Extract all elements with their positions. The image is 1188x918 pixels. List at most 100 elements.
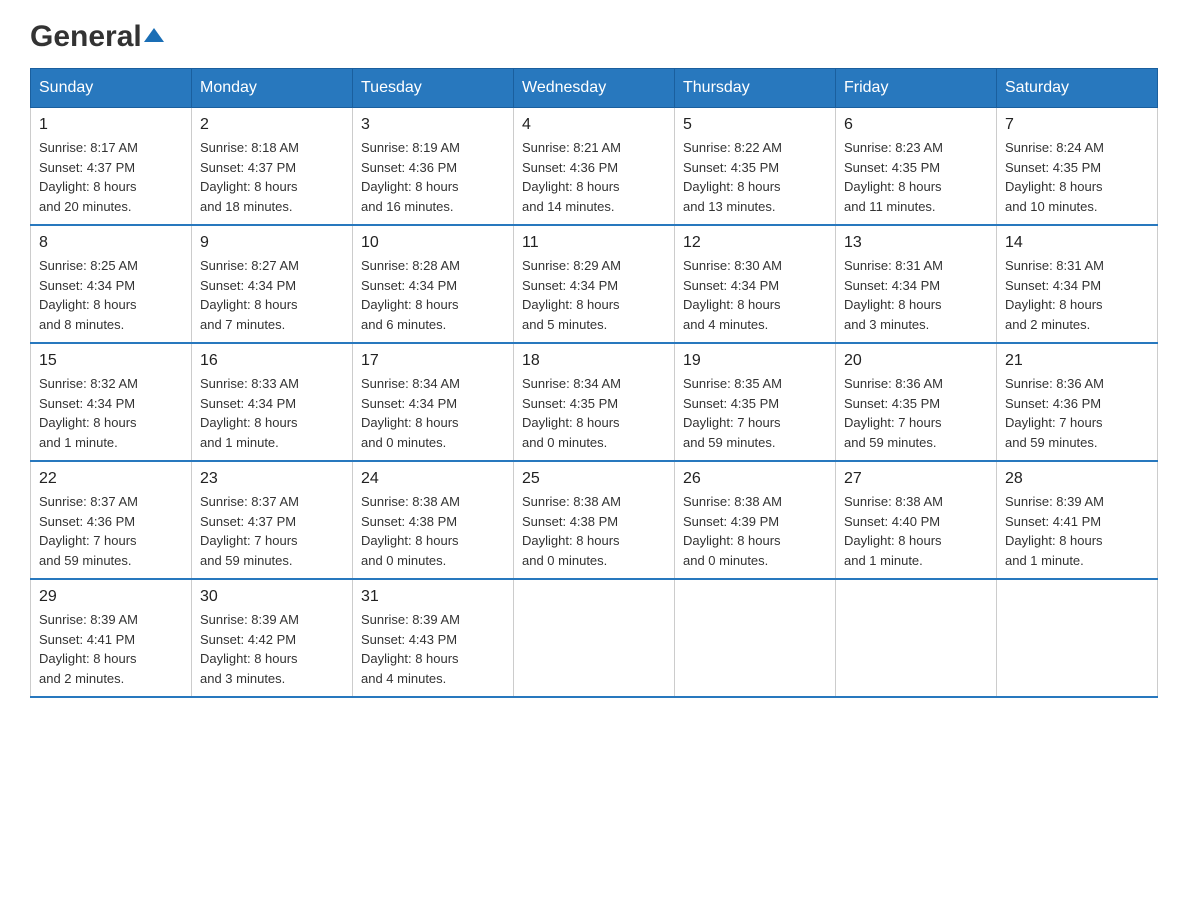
day-number: 5 [683,116,827,134]
weekday-header-thursday: Thursday [675,69,836,108]
calendar-cell: 27 Sunrise: 8:38 AM Sunset: 4:40 PM Dayl… [836,461,997,579]
day-info: Sunrise: 8:37 AM Sunset: 4:36 PM Dayligh… [39,492,183,570]
day-number: 13 [844,234,988,252]
day-info: Sunrise: 8:34 AM Sunset: 4:34 PM Dayligh… [361,374,505,452]
calendar-cell: 22 Sunrise: 8:37 AM Sunset: 4:36 PM Dayl… [31,461,192,579]
calendar-cell: 17 Sunrise: 8:34 AM Sunset: 4:34 PM Dayl… [353,343,514,461]
day-info: Sunrise: 8:22 AM Sunset: 4:35 PM Dayligh… [683,138,827,216]
day-number: 9 [200,234,344,252]
day-number: 30 [200,588,344,606]
calendar-cell: 9 Sunrise: 8:27 AM Sunset: 4:34 PM Dayli… [192,225,353,343]
calendar-cell: 23 Sunrise: 8:37 AM Sunset: 4:37 PM Dayl… [192,461,353,579]
day-number: 10 [361,234,505,252]
calendar-week-row: 22 Sunrise: 8:37 AM Sunset: 4:36 PM Dayl… [31,461,1158,579]
day-info: Sunrise: 8:39 AM Sunset: 4:43 PM Dayligh… [361,610,505,688]
calendar-cell: 15 Sunrise: 8:32 AM Sunset: 4:34 PM Dayl… [31,343,192,461]
calendar-week-row: 15 Sunrise: 8:32 AM Sunset: 4:34 PM Dayl… [31,343,1158,461]
day-info: Sunrise: 8:23 AM Sunset: 4:35 PM Dayligh… [844,138,988,216]
calendar-cell [514,579,675,697]
weekday-header-sunday: Sunday [31,69,192,108]
day-info: Sunrise: 8:24 AM Sunset: 4:35 PM Dayligh… [1005,138,1149,216]
day-number: 16 [200,352,344,370]
day-info: Sunrise: 8:19 AM Sunset: 4:36 PM Dayligh… [361,138,505,216]
day-number: 17 [361,352,505,370]
day-number: 18 [522,352,666,370]
day-number: 28 [1005,470,1149,488]
calendar-cell: 26 Sunrise: 8:38 AM Sunset: 4:39 PM Dayl… [675,461,836,579]
day-info: Sunrise: 8:31 AM Sunset: 4:34 PM Dayligh… [1005,256,1149,334]
day-number: 29 [39,588,183,606]
calendar-cell: 21 Sunrise: 8:36 AM Sunset: 4:36 PM Dayl… [997,343,1158,461]
day-info: Sunrise: 8:39 AM Sunset: 4:41 PM Dayligh… [39,610,183,688]
day-info: Sunrise: 8:38 AM Sunset: 4:39 PM Dayligh… [683,492,827,570]
day-info: Sunrise: 8:38 AM Sunset: 4:40 PM Dayligh… [844,492,988,570]
calendar-cell: 5 Sunrise: 8:22 AM Sunset: 4:35 PM Dayli… [675,108,836,226]
day-info: Sunrise: 8:39 AM Sunset: 4:41 PM Dayligh… [1005,492,1149,570]
day-number: 31 [361,588,505,606]
calendar-cell: 18 Sunrise: 8:34 AM Sunset: 4:35 PM Dayl… [514,343,675,461]
page-header: General [30,20,1158,48]
calendar-cell: 28 Sunrise: 8:39 AM Sunset: 4:41 PM Dayl… [997,461,1158,579]
calendar-cell: 25 Sunrise: 8:38 AM Sunset: 4:38 PM Dayl… [514,461,675,579]
day-number: 4 [522,116,666,134]
calendar-cell: 20 Sunrise: 8:36 AM Sunset: 4:35 PM Dayl… [836,343,997,461]
day-number: 7 [1005,116,1149,134]
calendar-cell: 16 Sunrise: 8:33 AM Sunset: 4:34 PM Dayl… [192,343,353,461]
day-number: 6 [844,116,988,134]
weekday-header-monday: Monday [192,69,353,108]
calendar-table: SundayMondayTuesdayWednesdayThursdayFrid… [30,68,1158,698]
calendar-week-row: 1 Sunrise: 8:17 AM Sunset: 4:37 PM Dayli… [31,108,1158,226]
day-info: Sunrise: 8:17 AM Sunset: 4:37 PM Dayligh… [39,138,183,216]
calendar-cell: 19 Sunrise: 8:35 AM Sunset: 4:35 PM Dayl… [675,343,836,461]
calendar-cell: 4 Sunrise: 8:21 AM Sunset: 4:36 PM Dayli… [514,108,675,226]
day-number: 24 [361,470,505,488]
day-info: Sunrise: 8:27 AM Sunset: 4:34 PM Dayligh… [200,256,344,334]
calendar-cell: 31 Sunrise: 8:39 AM Sunset: 4:43 PM Dayl… [353,579,514,697]
calendar-cell: 29 Sunrise: 8:39 AM Sunset: 4:41 PM Dayl… [31,579,192,697]
day-info: Sunrise: 8:39 AM Sunset: 4:42 PM Dayligh… [200,610,344,688]
day-info: Sunrise: 8:32 AM Sunset: 4:34 PM Dayligh… [39,374,183,452]
logo-general-text: General [30,20,142,54]
day-number: 20 [844,352,988,370]
day-info: Sunrise: 8:31 AM Sunset: 4:34 PM Dayligh… [844,256,988,334]
day-number: 8 [39,234,183,252]
day-info: Sunrise: 8:38 AM Sunset: 4:38 PM Dayligh… [361,492,505,570]
day-number: 22 [39,470,183,488]
day-info: Sunrise: 8:28 AM Sunset: 4:34 PM Dayligh… [361,256,505,334]
weekday-header-tuesday: Tuesday [353,69,514,108]
calendar-cell: 12 Sunrise: 8:30 AM Sunset: 4:34 PM Dayl… [675,225,836,343]
day-number: 26 [683,470,827,488]
logo-triangle-icon [144,28,164,42]
day-info: Sunrise: 8:29 AM Sunset: 4:34 PM Dayligh… [522,256,666,334]
day-info: Sunrise: 8:30 AM Sunset: 4:34 PM Dayligh… [683,256,827,334]
calendar-cell: 6 Sunrise: 8:23 AM Sunset: 4:35 PM Dayli… [836,108,997,226]
calendar-week-row: 29 Sunrise: 8:39 AM Sunset: 4:41 PM Dayl… [31,579,1158,697]
day-number: 14 [1005,234,1149,252]
day-info: Sunrise: 8:36 AM Sunset: 4:35 PM Dayligh… [844,374,988,452]
calendar-cell: 10 Sunrise: 8:28 AM Sunset: 4:34 PM Dayl… [353,225,514,343]
day-info: Sunrise: 8:21 AM Sunset: 4:36 PM Dayligh… [522,138,666,216]
calendar-cell: 1 Sunrise: 8:17 AM Sunset: 4:37 PM Dayli… [31,108,192,226]
calendar-cell [836,579,997,697]
calendar-cell: 2 Sunrise: 8:18 AM Sunset: 4:37 PM Dayli… [192,108,353,226]
logo: General [30,20,164,48]
weekday-header-friday: Friday [836,69,997,108]
calendar-cell: 24 Sunrise: 8:38 AM Sunset: 4:38 PM Dayl… [353,461,514,579]
day-number: 19 [683,352,827,370]
day-number: 21 [1005,352,1149,370]
day-number: 15 [39,352,183,370]
day-number: 23 [200,470,344,488]
day-number: 1 [39,116,183,134]
calendar-week-row: 8 Sunrise: 8:25 AM Sunset: 4:34 PM Dayli… [31,225,1158,343]
day-number: 11 [522,234,666,252]
weekday-header-row: SundayMondayTuesdayWednesdayThursdayFrid… [31,69,1158,108]
day-number: 3 [361,116,505,134]
day-number: 25 [522,470,666,488]
day-info: Sunrise: 8:35 AM Sunset: 4:35 PM Dayligh… [683,374,827,452]
calendar-cell: 14 Sunrise: 8:31 AM Sunset: 4:34 PM Dayl… [997,225,1158,343]
calendar-cell: 3 Sunrise: 8:19 AM Sunset: 4:36 PM Dayli… [353,108,514,226]
day-info: Sunrise: 8:36 AM Sunset: 4:36 PM Dayligh… [1005,374,1149,452]
weekday-header-wednesday: Wednesday [514,69,675,108]
calendar-cell [997,579,1158,697]
calendar-cell: 7 Sunrise: 8:24 AM Sunset: 4:35 PM Dayli… [997,108,1158,226]
